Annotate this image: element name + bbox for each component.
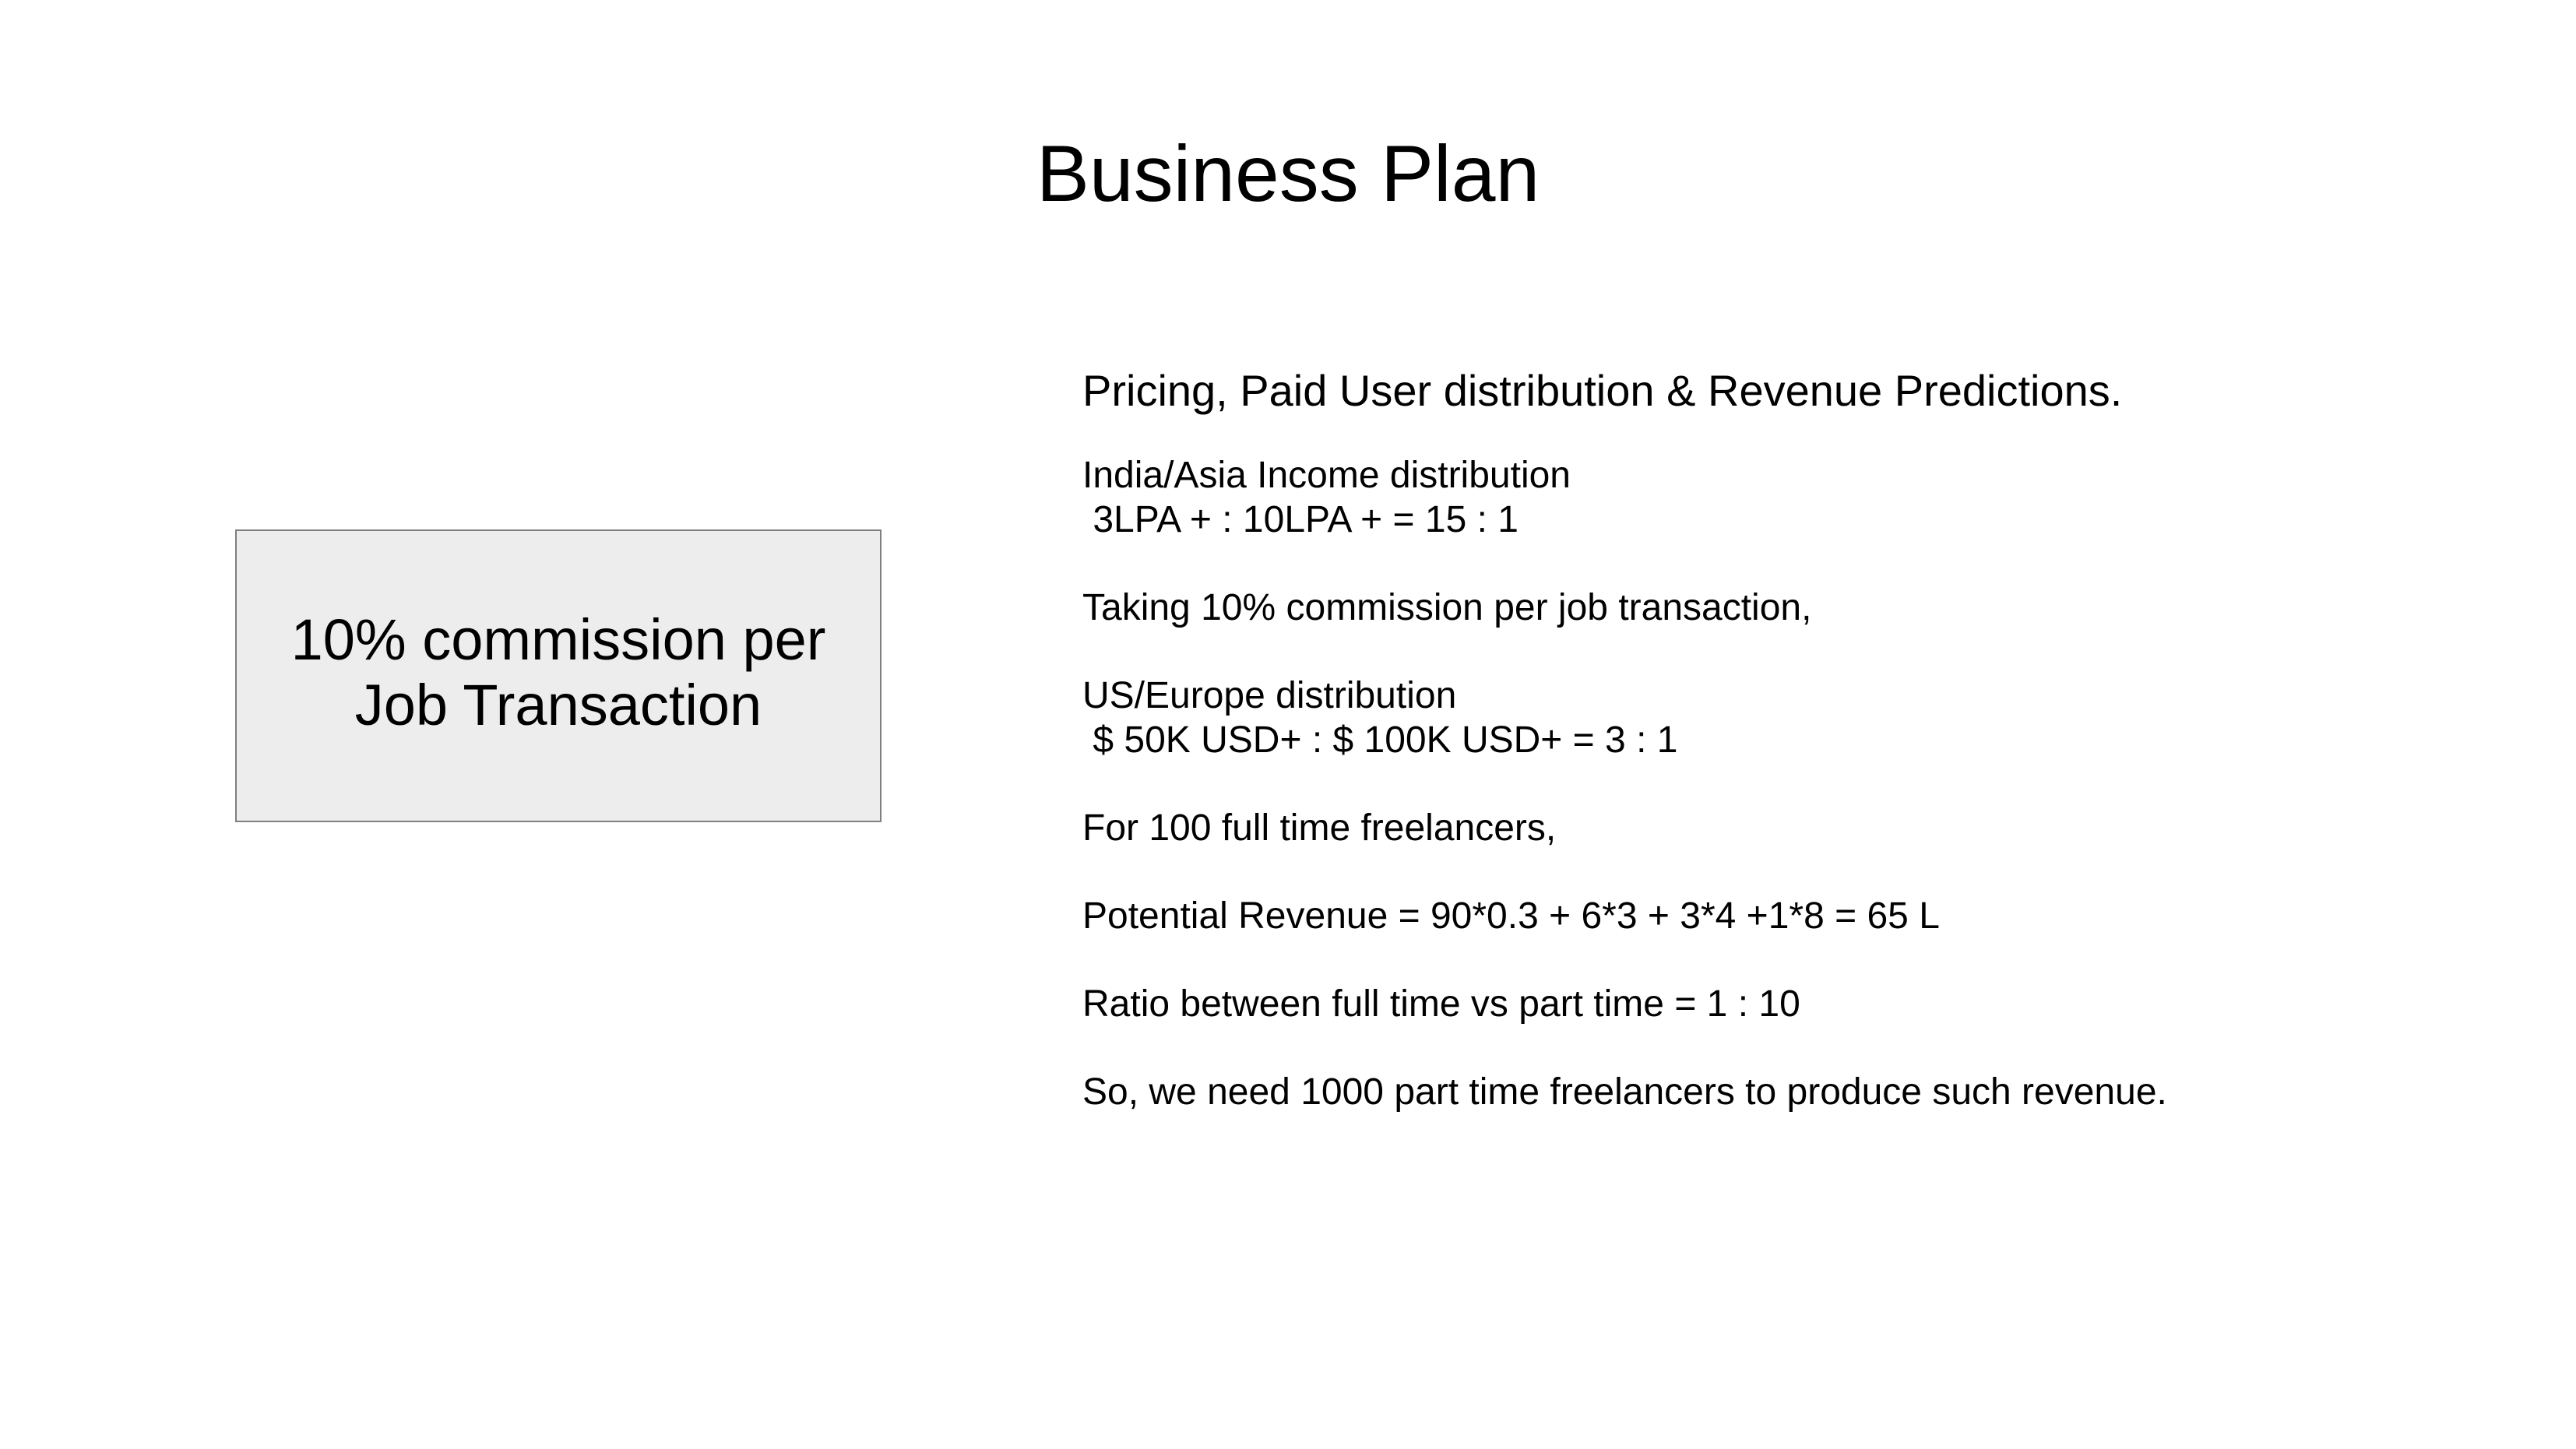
commission-statement: Taking 10% commission per job transactio…	[1082, 587, 1812, 628]
part-time-freelancers-conclusion: So, we need 1000 part time freelancers t…	[1082, 1071, 2167, 1113]
content-text-block: Pricing, Paid User distribution & Revenu…	[1082, 360, 2523, 1158]
content-heading: Pricing, Paid User distribution & Revenu…	[1082, 366, 2123, 415]
us-europe-distribution: US/Europe distribution $ 50K USD+ : $ 10…	[1082, 675, 1678, 761]
slide: Business Plan 10% commission per Job Tra…	[0, 0, 2576, 1449]
india-asia-distribution: India/Asia Income distribution 3LPA + : …	[1082, 455, 1571, 540]
commission-callout-box: 10% commission per Job Transaction	[235, 529, 882, 822]
slide-title: Business Plan	[1036, 129, 1540, 218]
commission-callout-text: 10% commission per Job Transaction	[290, 607, 826, 737]
full-time-freelancers-note: For 100 full time freelancers,	[1082, 807, 1557, 849]
full-vs-part-time-ratio: Ratio between full time vs part time = 1…	[1082, 983, 1800, 1025]
potential-revenue: Potential Revenue = 90*0.3 + 6*3 + 3*4 +…	[1082, 895, 1940, 937]
